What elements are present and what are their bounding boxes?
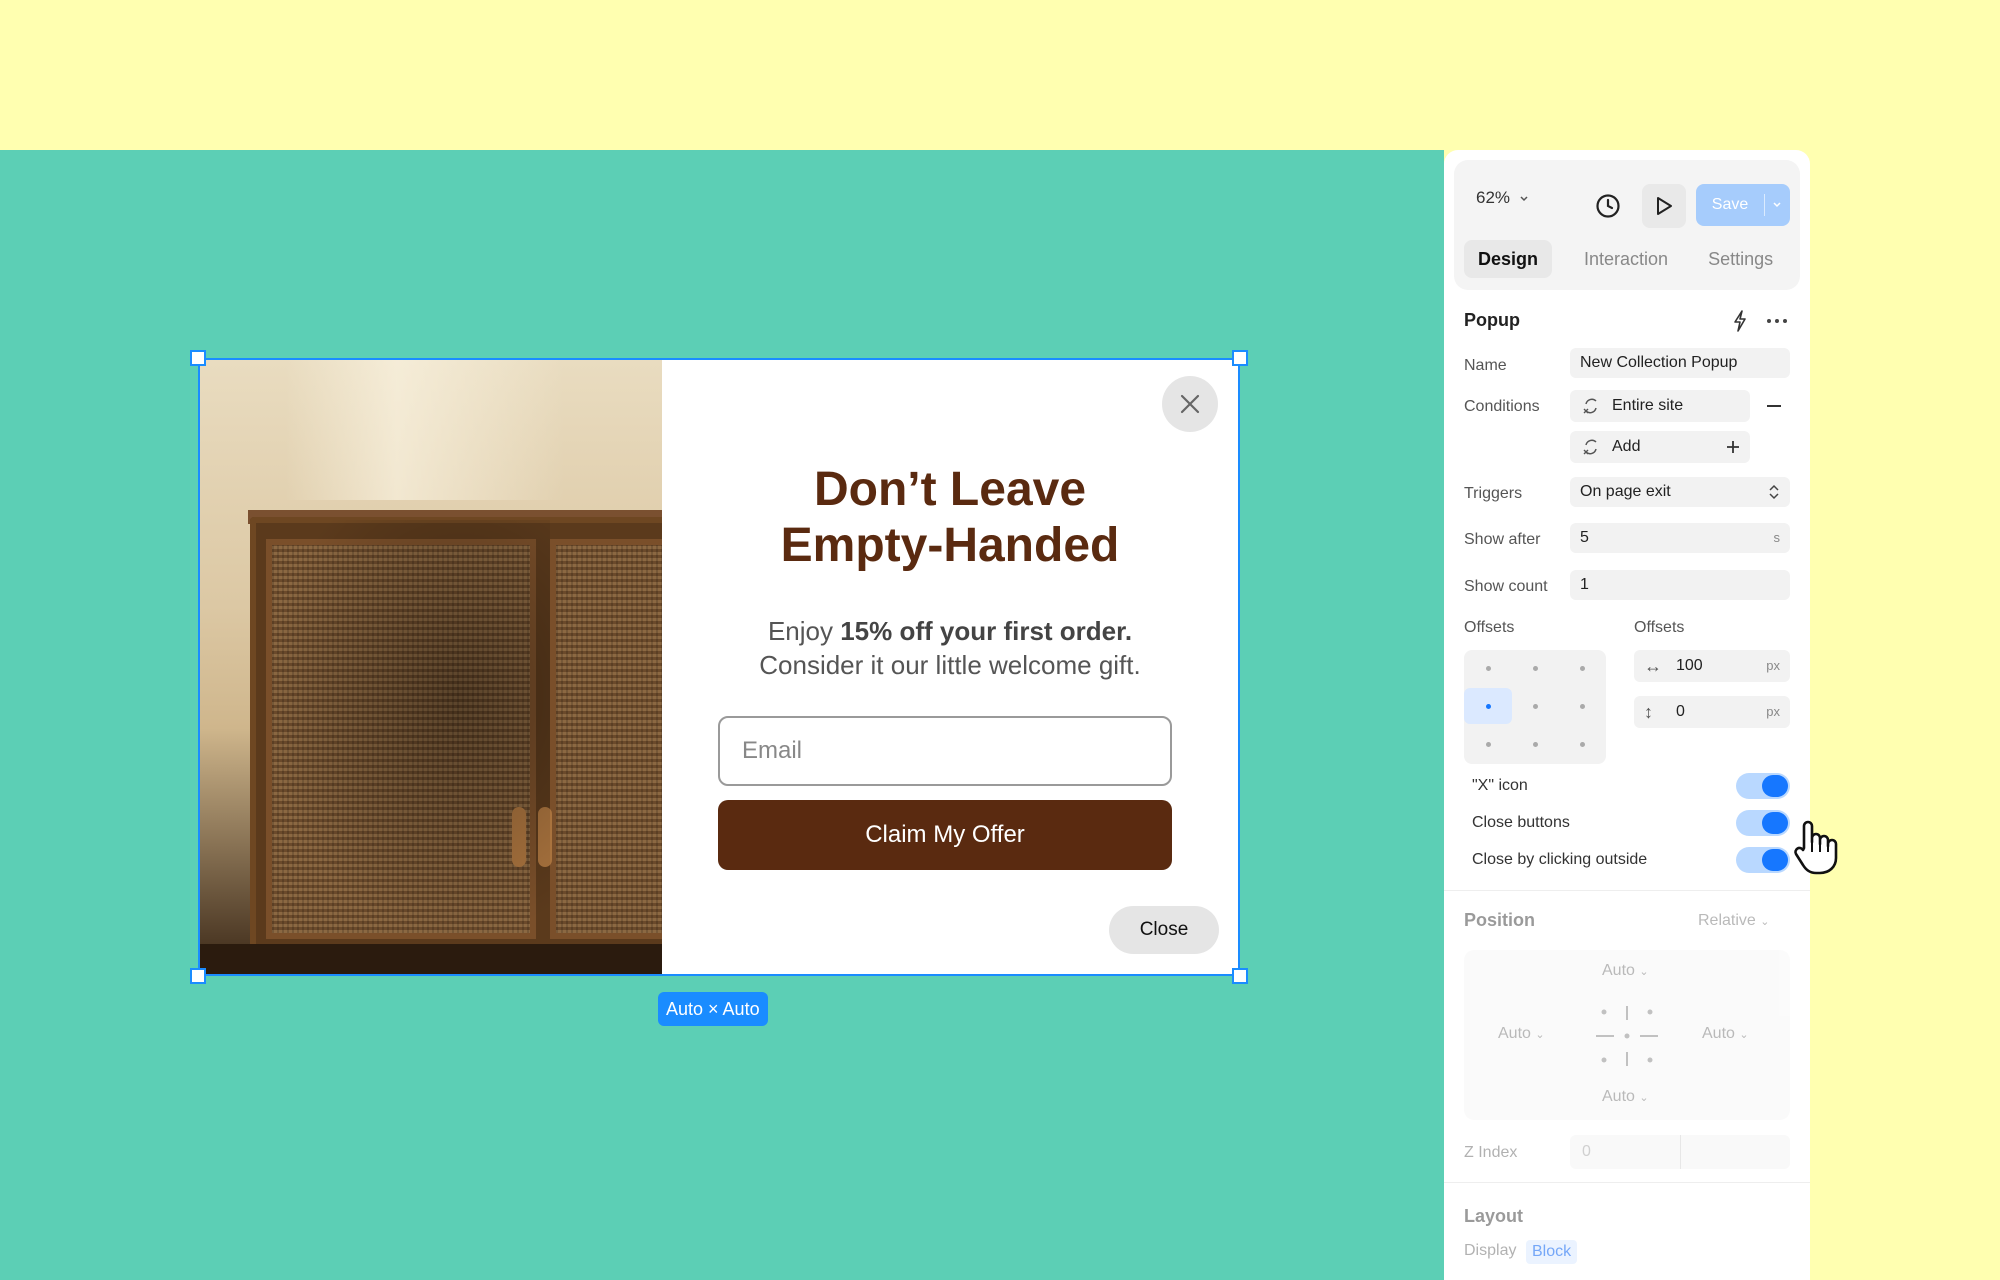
show-after-field[interactable]: 5 s — [1570, 523, 1790, 553]
popup-image — [200, 360, 662, 974]
hand-cursor-icon — [1794, 820, 1838, 875]
chevron-down-icon[interactable] — [1765, 200, 1789, 210]
tab-interaction[interactable]: Interaction — [1570, 240, 1682, 278]
more-options-icon[interactable] — [1766, 318, 1788, 324]
preview-button[interactable] — [1642, 184, 1686, 228]
show-count-label: Show count — [1464, 578, 1548, 595]
triggers-select[interactable]: On page exit — [1570, 477, 1790, 507]
name-label: Name — [1464, 357, 1507, 374]
position-mode-select[interactable]: Relative ⌄ — [1698, 912, 1769, 930]
position-right[interactable]: Auto ⌄ — [1702, 1025, 1749, 1043]
zoom-dropdown[interactable]: 62% — [1476, 188, 1529, 208]
resize-handle-bl[interactable] — [190, 968, 206, 984]
lightning-icon[interactable] — [1732, 310, 1748, 332]
position-top[interactable]: Auto ⌄ — [1602, 962, 1649, 980]
close-outside-label: Close by clicking outside — [1472, 851, 1648, 868]
condition-entire-site[interactable]: Entire site — [1570, 390, 1750, 422]
show-after-label: Show after — [1464, 531, 1541, 548]
email-field[interactable] — [718, 716, 1172, 786]
condition-add-button[interactable]: Add — [1570, 431, 1750, 463]
conditions-label: Conditions — [1464, 398, 1540, 415]
panel-toolbar: 62% Save Design Interaction Settings — [1454, 160, 1800, 290]
horizontal-arrow-icon: ↔ — [1644, 656, 1662, 676]
display-label: Display — [1464, 1242, 1517, 1259]
close-buttons-label: Close buttons — [1472, 814, 1570, 831]
chevron-updown-icon — [1769, 484, 1779, 500]
size-badge: Auto × Auto — [658, 992, 768, 1026]
offsets-label: Offsets — [1464, 619, 1515, 636]
offset-x-field[interactable]: ↔ 100 px — [1634, 650, 1790, 682]
popup-section-title: Popup — [1464, 310, 1520, 330]
seconds-unit: s — [1773, 530, 1781, 545]
popup-close-x-button[interactable] — [1162, 376, 1218, 432]
position-section-title: Position — [1464, 910, 1535, 930]
x-icon-toggle[interactable] — [1736, 773, 1790, 799]
history-button[interactable] — [1586, 184, 1630, 228]
close-outside-toggle[interactable] — [1736, 847, 1790, 873]
x-icon-label: "X" icon — [1472, 777, 1528, 794]
save-button[interactable]: Save — [1696, 184, 1790, 226]
vertical-arrow-icon: ↕ — [1644, 702, 1653, 722]
popup-preview[interactable]: Don’t Leave Empty-Handed Enjoy 15% off y… — [198, 358, 1240, 976]
popup-title: Don’t Leave Empty-Handed — [780, 463, 1120, 572]
claim-offer-button[interactable]: Claim My Offer — [718, 800, 1172, 870]
resize-handle-tr[interactable] — [1232, 350, 1248, 366]
offset-y-field[interactable]: ↕ 0 px — [1634, 696, 1790, 728]
popup-close-button[interactable]: Close — [1109, 906, 1219, 954]
tab-settings[interactable]: Settings — [1694, 240, 1787, 278]
minus-icon[interactable] — [1766, 404, 1782, 408]
condition-icon — [1583, 398, 1597, 414]
layout-section-title: Layout — [1464, 1206, 1524, 1226]
resize-handle-tl[interactable] — [190, 350, 206, 366]
play-icon — [1657, 197, 1672, 215]
resize-handle-br[interactable] — [1232, 968, 1248, 984]
position-left[interactable]: Auto ⌄ — [1498, 1025, 1545, 1043]
popup-subtitle: Enjoy 15% off your first order. Consider… — [759, 616, 1141, 680]
chevron-down-icon — [1520, 196, 1528, 202]
z-index-label: Z Index — [1464, 1144, 1518, 1161]
triggers-label: Triggers — [1464, 485, 1523, 502]
clock-icon — [1596, 194, 1620, 218]
position-box: Auto ⌄ Auto ⌄ Auto ⌄ Auto ⌄ — [1464, 950, 1790, 1120]
offsets-label-2: Offsets — [1634, 619, 1685, 636]
show-count-field[interactable]: 1 — [1570, 570, 1790, 600]
panel-tabs: Design Interaction Settings — [1464, 240, 1790, 278]
z-index-field[interactable]: 0 — [1570, 1135, 1790, 1169]
position-bottom[interactable]: Auto ⌄ — [1602, 1088, 1649, 1106]
popup-content: Don’t Leave Empty-Handed Enjoy 15% off y… — [662, 360, 1238, 974]
properties-panel: 62% Save Design Interaction Settings Pop… — [1444, 150, 1810, 1280]
condition-icon — [1583, 439, 1597, 455]
plus-icon — [1727, 441, 1739, 453]
name-field[interactable]: New Collection Popup — [1570, 348, 1790, 378]
close-buttons-toggle[interactable] — [1736, 810, 1790, 836]
anchor-grid[interactable] — [1464, 650, 1606, 764]
display-block-chip[interactable]: Block — [1526, 1240, 1578, 1264]
position-anchor-icon — [1596, 1006, 1658, 1066]
close-icon — [1180, 394, 1200, 414]
chevron-down-icon: ⌄ — [1760, 916, 1770, 928]
tab-design[interactable]: Design — [1464, 240, 1553, 278]
